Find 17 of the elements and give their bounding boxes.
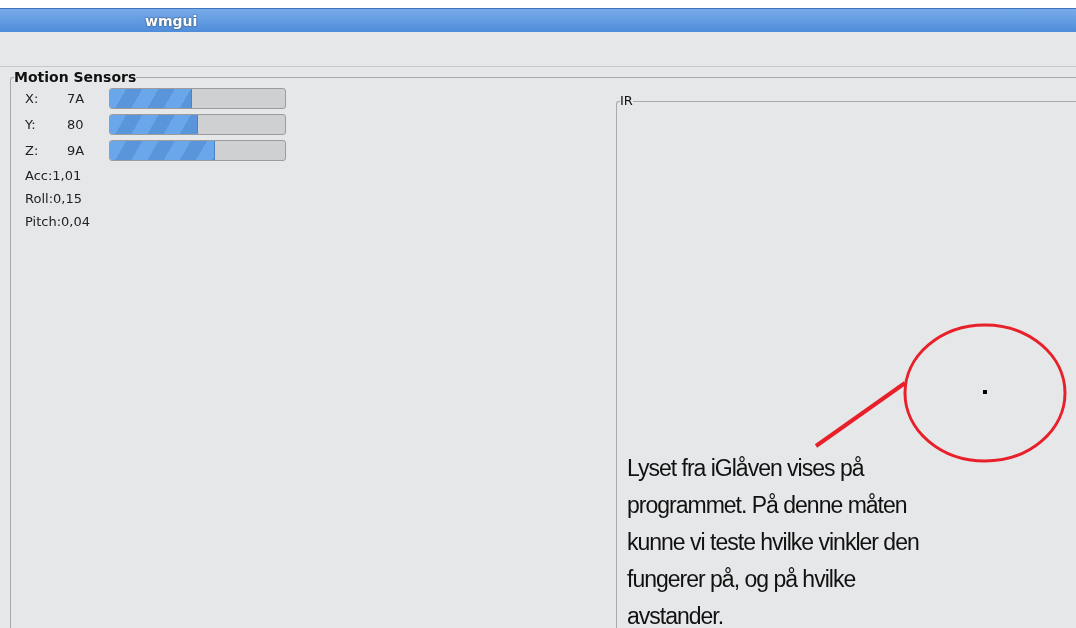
- frame-title: Motion Sensors: [14, 70, 137, 84]
- axis-label: Z:: [25, 143, 40, 158]
- ir-point: [983, 390, 987, 394]
- reading-value: 0,04: [61, 213, 90, 229]
- axis-label: Y:: [25, 117, 37, 132]
- reading-label: Roll:: [25, 190, 53, 206]
- reading-value: 0,15: [53, 190, 82, 206]
- reading-label: Pitch:: [25, 213, 62, 229]
- reading-value: 1,01: [52, 167, 82, 183]
- axis-value: 7A: [67, 91, 86, 106]
- window-title: wmgui: [145, 12, 198, 29]
- annotation-text: Lyset fra iGlåven vises på programmet. På denne måten kunne vi teste hvilke vinkler den fungerer på, og på hvilke avstander.: [627, 454, 920, 628]
- axis-value: 9A: [67, 143, 86, 158]
- axis-value: 80: [67, 117, 85, 132]
- axis-label: X:: [25, 91, 40, 106]
- frame-title: IR: [620, 94, 633, 108]
- reading-label: Acc:: [25, 167, 53, 183]
